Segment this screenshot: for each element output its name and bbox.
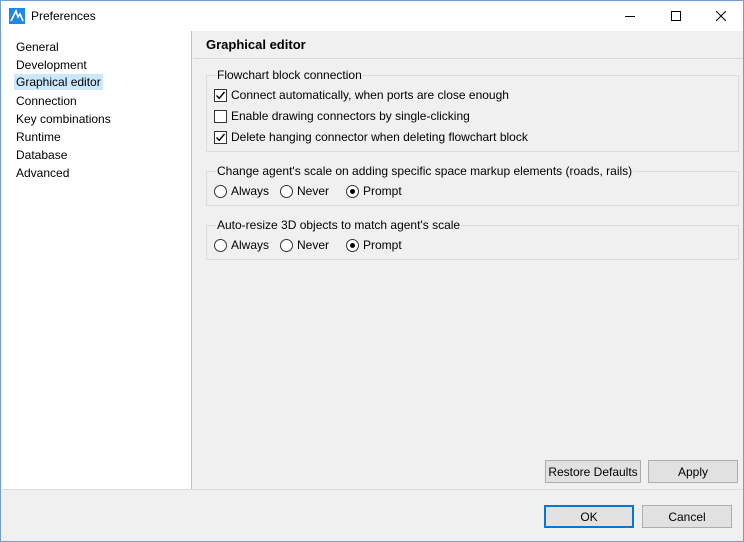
radio-label: Prompt [363, 238, 402, 252]
cancel-button[interactable]: Cancel [642, 505, 732, 528]
maximize-button[interactable] [653, 1, 699, 31]
nav-item-runtime[interactable]: Runtime [14, 129, 63, 145]
nav-item-advanced[interactable]: Advanced [14, 165, 71, 181]
checkbox-label: Delete hanging connector when deleting f… [231, 130, 528, 144]
radio-unselected-icon [214, 238, 227, 252]
nav-item-database[interactable]: Database [14, 147, 69, 163]
checkbox-checked-icon [214, 130, 227, 144]
nav-item-development[interactable]: Development [14, 57, 89, 73]
connect-automatically-checkbox[interactable]: Connect automatically, when ports are cl… [214, 88, 509, 102]
anylogic-logo-icon [9, 8, 25, 24]
close-button[interactable] [698, 1, 744, 31]
ok-button[interactable]: OK [544, 505, 634, 528]
page-title: Graphical editor [206, 37, 306, 52]
group-title: Flowchart block connection [216, 68, 363, 82]
nav-item-connection[interactable]: Connection [14, 93, 79, 109]
scale-never-radio[interactable]: Never [280, 184, 329, 198]
delete-hanging-connector-checkbox[interactable]: Delete hanging connector when deleting f… [214, 130, 528, 144]
radio-label: Prompt [363, 184, 402, 198]
radio-unselected-icon [214, 184, 227, 198]
close-icon [716, 11, 726, 21]
checkbox-checked-icon [214, 88, 227, 102]
scale-prompt-radio[interactable]: Prompt [346, 184, 402, 198]
panel-header: Graphical editor [193, 31, 743, 59]
title-bar[interactable]: Preferences [1, 1, 743, 31]
single-click-connectors-checkbox[interactable]: Enable drawing connectors by single-clic… [214, 109, 470, 123]
nav-item-key-combinations[interactable]: Key combinations [14, 111, 113, 127]
minimize-button[interactable] [607, 1, 653, 31]
nav-item-graphical-editor[interactable]: Graphical editor [14, 74, 103, 90]
resize-prompt-radio[interactable]: Prompt [346, 238, 402, 252]
checkbox-unchecked-icon [214, 109, 227, 123]
radio-label: Always [231, 238, 270, 252]
nav-item-general[interactable]: General [14, 39, 61, 55]
checkbox-label: Enable drawing connectors by single-clic… [231, 109, 470, 123]
maximize-icon [671, 11, 681, 21]
radio-selected-icon [346, 184, 359, 198]
radio-selected-icon [346, 238, 359, 252]
radio-unselected-icon [280, 184, 293, 198]
restore-defaults-button[interactable]: Restore Defaults [545, 460, 641, 483]
footer-divider [2, 489, 743, 490]
resize-always-radio[interactable]: Always [214, 238, 269, 252]
radio-label: Never [297, 184, 330, 198]
window-title: Preferences [31, 9, 96, 23]
group-title: Change agent's scale on adding specific … [216, 164, 634, 178]
scale-always-radio[interactable]: Always [214, 184, 269, 198]
apply-button[interactable]: Apply [648, 460, 738, 483]
resize-never-radio[interactable]: Never [280, 238, 329, 252]
preferences-window: Preferences General Development Graphica… [0, 0, 744, 542]
radio-label: Never [297, 238, 330, 252]
checkbox-label: Connect automatically, when ports are cl… [231, 88, 509, 102]
radio-label: Always [231, 184, 270, 198]
group-title: Auto-resize 3D objects to match agent's … [216, 218, 462, 232]
minimize-icon [625, 16, 635, 17]
preferences-nav: General Development Graphical editor Con… [2, 31, 192, 489]
radio-unselected-icon [280, 238, 293, 252]
